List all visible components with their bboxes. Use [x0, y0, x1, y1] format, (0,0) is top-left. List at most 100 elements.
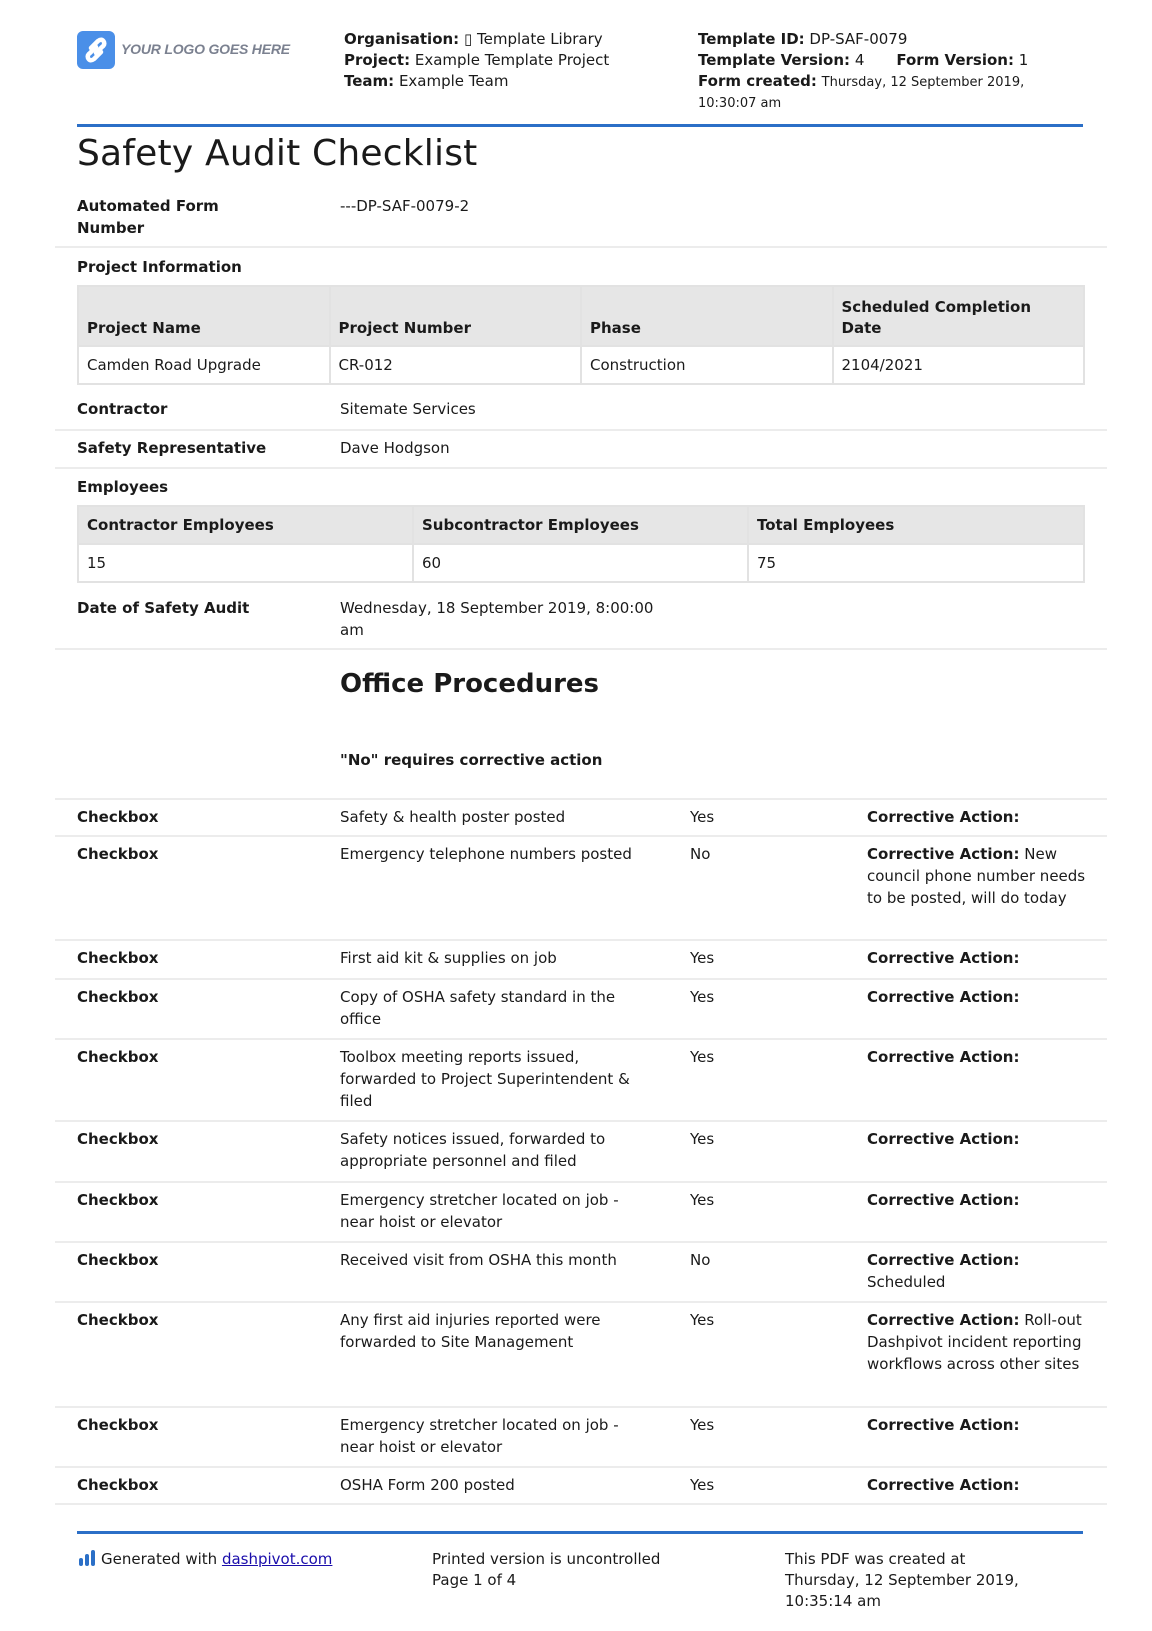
checklist-answer: Yes — [690, 1048, 715, 1066]
organisation-label: Organisation: — [344, 30, 460, 48]
team-line: Team: Example Team — [344, 71, 609, 92]
field-type: Checkbox — [77, 1416, 159, 1434]
checklist-item-text: Safety notices issued, forwarded to appr… — [340, 1130, 606, 1170]
table-header-row: Project Name Project Number Phase Schedu… — [77, 285, 1085, 347]
divider — [55, 1038, 1107, 1040]
corrective-action: Corrective Action: — [867, 1189, 1087, 1211]
project-value: Example Template Project — [414, 51, 610, 69]
footer-print-info: Printed version is uncontrolled Page 1 o… — [432, 1549, 660, 1591]
header-project-info: Organisation: ▯ Template Library Project… — [344, 29, 609, 92]
template-version-value: 4 — [854, 51, 865, 69]
form-created-time: 10:30:07 am — [698, 96, 782, 111]
form-created-line: Form created: Thursday, 12 September 201… — [698, 71, 1028, 93]
project-line: Project: Example Template Project — [344, 50, 609, 71]
corrective-action-label: Corrective Action: — [867, 845, 1020, 863]
logo-text: YOUR LOGO GOES HERE — [121, 41, 290, 57]
field-type: Checkbox — [77, 1311, 159, 1329]
checklist-item-text: Safety & health poster posted — [340, 808, 566, 826]
divider — [55, 1503, 1107, 1505]
col-scheduled-completion-date: Scheduled Completion Date — [831, 285, 1085, 347]
corrective-action: Corrective Action: New council phone num… — [867, 843, 1087, 909]
field-type: Checkbox — [77, 845, 159, 863]
project-name-cell: Camden Road Upgrade — [77, 345, 331, 385]
field-type: Checkbox — [77, 1251, 159, 1269]
uncontrolled-notice: Printed version is uncontrolled — [432, 1550, 661, 1568]
divider — [55, 1120, 1107, 1122]
contractor-employees-cell: 15 — [77, 543, 414, 583]
project-information-label: Project Information — [77, 258, 242, 276]
date-of-audit-value: Wednesday, 18 September 2019, 8:00:00 am — [340, 597, 653, 641]
divider — [55, 1406, 1107, 1408]
table-row: 15 60 75 — [77, 543, 1086, 583]
date-of-audit-value-line1: Wednesday, 18 September 2019, 8:00:00 — [340, 599, 654, 617]
corrective-action: Corrective Action: — [867, 1128, 1087, 1150]
automated-form-number-label-line2: Number — [77, 219, 145, 237]
page-number: Page 1 of 4 — [432, 1571, 517, 1589]
checklist-item-text: Copy of OSHA safety standard in the offi… — [340, 988, 616, 1028]
organisation-line: Organisation: ▯ Template Library — [344, 29, 609, 50]
col-subcontractor-employees: Subcontractor Employees — [411, 505, 749, 545]
dashpivot-link[interactable]: dashpivot.com — [222, 1550, 332, 1568]
checklist-item-text: OSHA Form 200 posted — [340, 1476, 515, 1494]
date-of-audit-label: Date of Safety Audit — [77, 599, 250, 617]
checklist-answer: Yes — [690, 988, 715, 1006]
checklist-answer: Yes — [690, 1416, 715, 1434]
corrective-action: Corrective Action: — [867, 1474, 1087, 1496]
template-id-value: DP-SAF-0079 — [809, 30, 908, 48]
corrective-action: Corrective Action: — [867, 1414, 1087, 1436]
divider — [55, 939, 1107, 941]
form-version-value: 1 — [1018, 51, 1029, 69]
contractor-label: Contractor — [77, 400, 168, 418]
field-type: Checkbox — [77, 949, 159, 967]
form-created-label: Form created: — [698, 72, 817, 90]
divider — [55, 1241, 1107, 1243]
template-id-label: Template ID: — [698, 30, 805, 48]
template-id-line: Template ID: DP-SAF-0079 — [698, 29, 1028, 50]
subcontractor-employees-cell: 60 — [411, 543, 749, 583]
checklist-answer: Yes — [690, 1476, 715, 1494]
field-type: Checkbox — [77, 1130, 159, 1148]
corrective-action: Corrective Action: — [867, 1046, 1087, 1068]
corrective-action-value: Scheduled — [867, 1273, 946, 1291]
checklist-answer: Yes — [690, 1311, 715, 1329]
pdf-created-line2: Thursday, 12 September 2019, — [785, 1571, 1019, 1589]
col-project-number: Project Number — [328, 285, 582, 347]
phase-cell: Construction — [580, 345, 834, 385]
form-version-label: Form Version: — [896, 51, 1014, 69]
footer-created-info: This PDF was created at Thursday, 12 Sep… — [785, 1549, 1019, 1612]
divider — [55, 1466, 1107, 1468]
checklist-answer: No — [690, 845, 711, 863]
corrective-action-label: Corrective Action: — [867, 1476, 1020, 1494]
col-contractor-employees: Contractor Employees — [77, 505, 414, 545]
table-row: Camden Road Upgrade CR-012 Construction … — [77, 345, 1085, 385]
divider — [55, 1181, 1107, 1183]
section-title: Office Procedures — [340, 669, 600, 699]
automated-form-number-label-line1: Automated Form — [77, 197, 219, 215]
divider — [55, 648, 1107, 650]
corrective-action-label: Corrective Action: — [867, 808, 1020, 826]
automated-form-number-value: ---DP-SAF-0079-2 — [340, 197, 470, 215]
corrective-action-label: Corrective Action: — [867, 1416, 1020, 1434]
corrective-action: Corrective Action: — [867, 947, 1087, 969]
corrective-action-label: Corrective Action: — [867, 1191, 1020, 1209]
form-created-date: Thursday, 12 September 2019, — [821, 75, 1025, 90]
checklist-item-text: Toolbox meeting reports issued, forwarde… — [340, 1048, 630, 1110]
divider — [55, 798, 1107, 800]
divider — [55, 835, 1107, 837]
field-type: Checkbox — [77, 1476, 159, 1494]
page-title: Safety Audit Checklist — [77, 133, 478, 174]
employees-table: Contractor Employees Subcontractor Emplo… — [77, 505, 1086, 583]
checklist-item-text: Received visit from OSHA this month — [340, 1251, 617, 1269]
corrective-action: Corrective Action: — [867, 806, 1087, 828]
organisation-value: ▯ Template Library — [463, 30, 603, 48]
team-value: Example Team — [398, 72, 509, 90]
team-label: Team: — [344, 72, 395, 90]
header-divider — [77, 124, 1083, 127]
dashpivot-bars-icon — [79, 1550, 95, 1566]
checklist-answer: Yes — [690, 949, 715, 967]
checklist-item-text: Emergency stretcher located on job - nea… — [340, 1416, 619, 1456]
total-employees-cell: 75 — [746, 543, 1086, 583]
corrective-action-label: Corrective Action: — [867, 988, 1020, 1006]
safety-representative-value: Dave Hodgson — [340, 439, 450, 457]
col-project-name: Project Name — [77, 285, 331, 347]
